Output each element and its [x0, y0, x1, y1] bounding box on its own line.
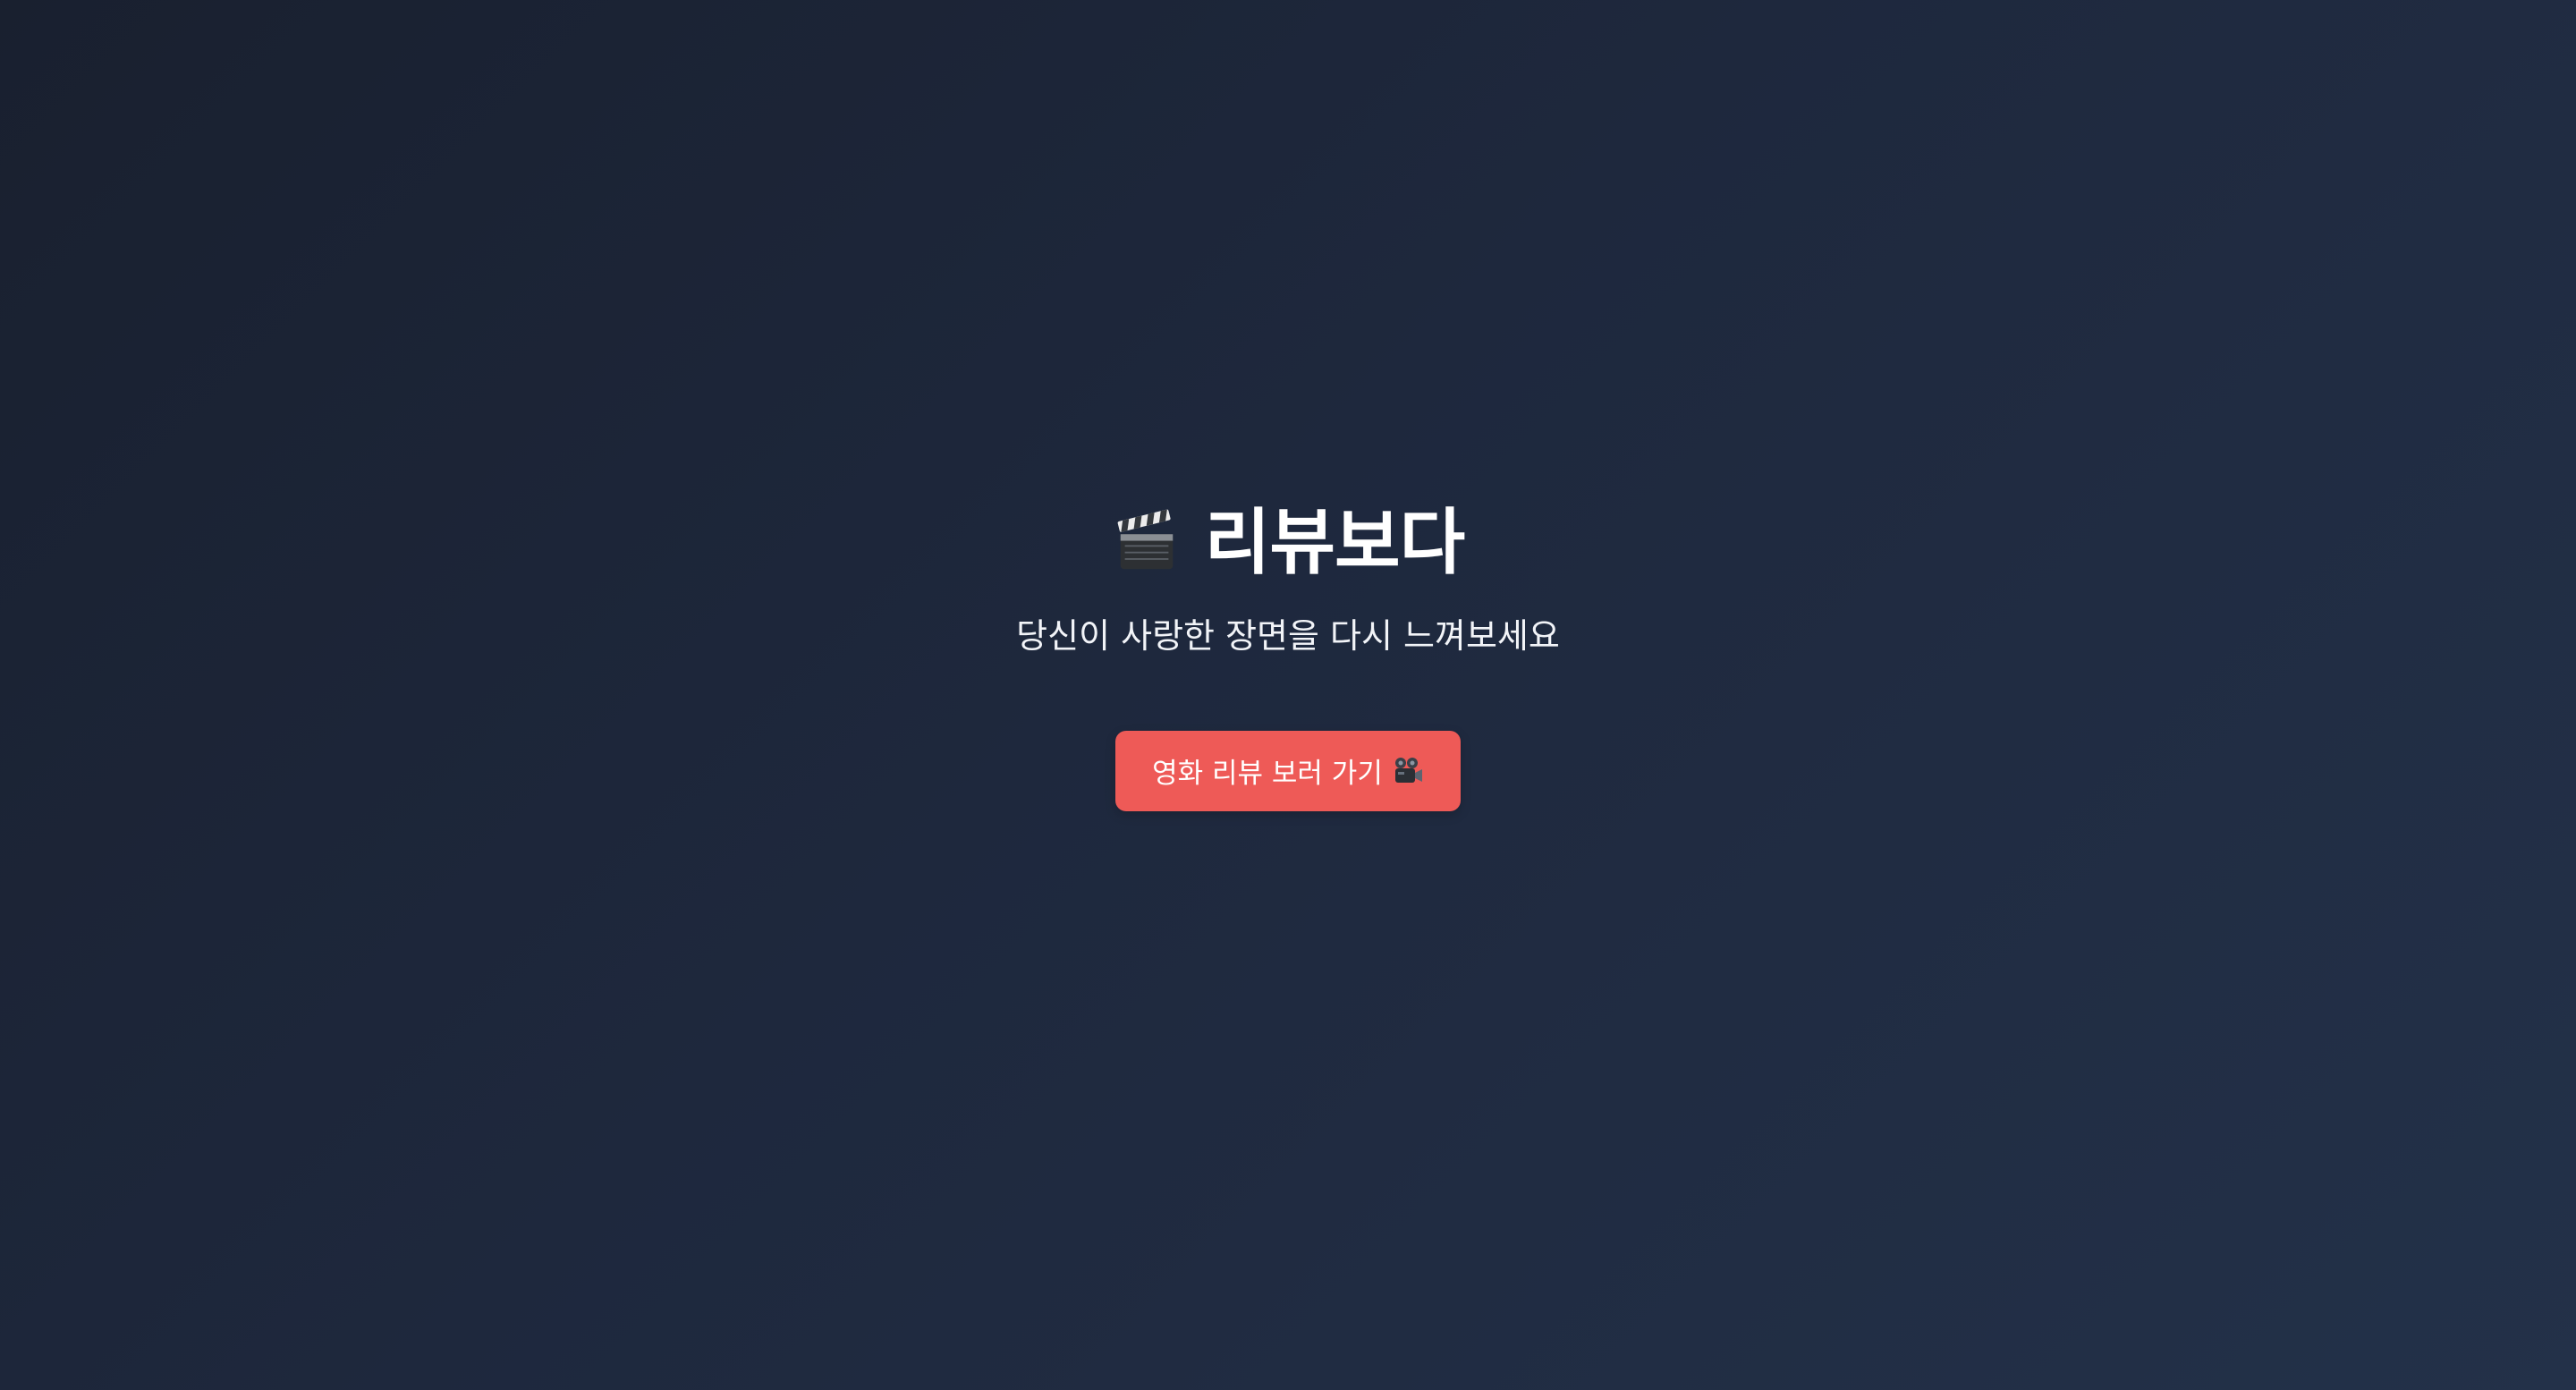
clapperboard-icon: [1117, 509, 1174, 570]
view-reviews-button-label: 영화 리뷰 보러 가기: [1152, 758, 1383, 791]
view-reviews-button[interactable]: 영화 리뷰 보러 가기: [1115, 730, 1461, 811]
brand-heading: 리뷰보다: [1112, 501, 1465, 585]
landing-hero: 리뷰보다 당신이 사랑한 장면을 다시 느껴보세요 영화 리뷰 보러 가기: [0, 0, 2576, 1390]
page-title: 리뷰보다: [1204, 501, 1465, 585]
page-subtitle: 당신이 사랑한 장면을 다시 느껴보세요: [1016, 616, 1560, 657]
movie-camera-icon: [1394, 757, 1422, 783]
